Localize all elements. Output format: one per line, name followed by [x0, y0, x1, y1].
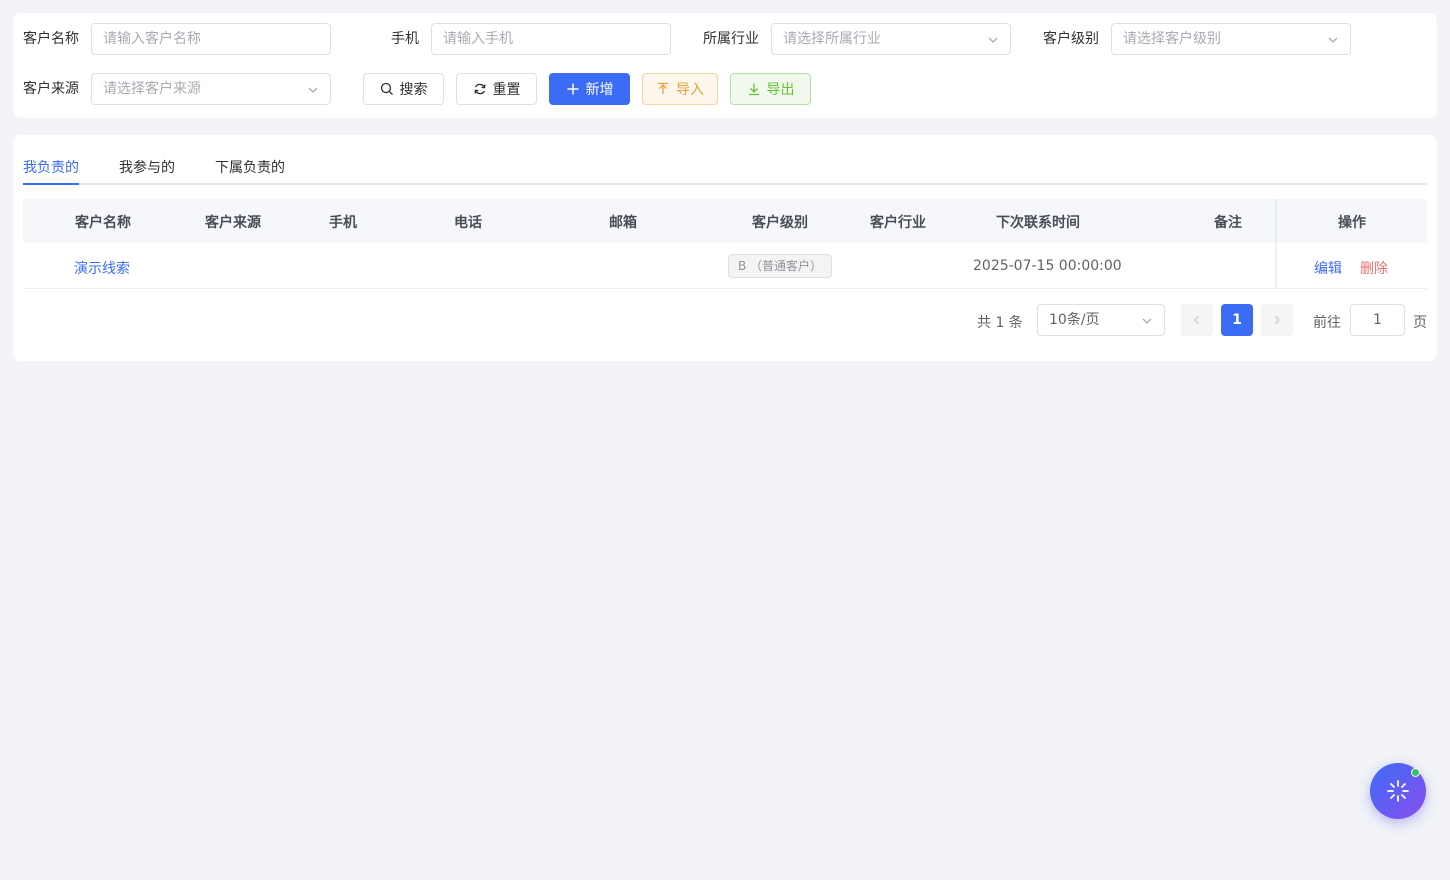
tab-participating[interactable]: 我参与的: [119, 157, 175, 177]
chevron-down-icon: [1142, 318, 1152, 324]
tab-mine[interactable]: 我负责的: [23, 157, 79, 177]
plus-icon: [567, 83, 578, 95]
page-size-select[interactable]: 10条/页: [1037, 304, 1165, 336]
add-button[interactable]: 新增: [549, 73, 630, 105]
table-card: 我负责的 我参与的 下属负责的 客户名称 客户来源 手机 电话 邮箱 客户级别 …: [13, 135, 1437, 361]
delete-link[interactable]: 删除: [1360, 258, 1388, 278]
export-button-label: 导出: [766, 82, 795, 98]
assistant-fab-button[interactable]: [1370, 763, 1426, 819]
source-label: 客户来源: [23, 81, 79, 97]
reset-button[interactable]: 重置: [456, 73, 537, 105]
tabs: 我负责的 我参与的 下属负责的: [23, 155, 1427, 185]
search-form-card: 客户名称 手机 所属行业 请选择所属行业 客户级别 请选择客户级别 客户来源 请…: [13, 13, 1437, 118]
reset-button-label: 重置: [492, 82, 521, 98]
import-button-label: 导入: [676, 82, 704, 98]
column-header-industry: 客户行业: [870, 215, 926, 231]
page-suffix: 页: [1413, 315, 1427, 331]
customer-name-link[interactable]: 演示线索: [74, 258, 130, 278]
level-label: 客户级别: [1043, 31, 1099, 47]
customer-level-tag: B （普通客户）: [728, 254, 833, 278]
chevron-down-icon: [1328, 37, 1338, 43]
online-status-dot: [1411, 768, 1420, 777]
prev-page-button[interactable]: [1181, 304, 1213, 336]
chevron-down-icon: [308, 87, 318, 93]
next-contact-time: 2025-07-15 00:00:00: [973, 258, 1122, 274]
table-header: 客户名称 客户来源 手机 电话 邮箱 客户级别 客户行业 下次联系时间 备注 操…: [23, 199, 1427, 243]
chevron-right-icon: [1275, 316, 1280, 324]
refresh-icon: [474, 83, 485, 95]
export-button[interactable]: 导出: [730, 73, 811, 105]
source-select[interactable]: 请选择客户来源: [91, 73, 331, 105]
column-header-level: 客户级别: [752, 215, 808, 231]
pagination-total: 共 1 条: [977, 315, 1023, 331]
tab-subordinates[interactable]: 下属负责的: [215, 157, 285, 177]
level-placeholder: 请选择客户级别: [1123, 31, 1221, 47]
column-header-next-contact: 下次联系时间: [996, 215, 1080, 231]
mobile-input[interactable]: [431, 23, 671, 55]
customer-name-input[interactable]: [91, 23, 331, 55]
fixed-column-divider: [1275, 199, 1278, 288]
search-button[interactable]: 搜索: [363, 73, 444, 105]
column-header-remark: 备注: [1214, 215, 1242, 231]
column-header-phone: 电话: [454, 215, 482, 231]
column-header-source: 客户来源: [205, 215, 261, 231]
chevron-left-icon: [1194, 316, 1199, 324]
sparkle-icon: [1387, 780, 1409, 802]
goto-page-input[interactable]: [1350, 304, 1405, 336]
industry-label: 所属行业: [703, 31, 759, 47]
column-header-customer-name: 客户名称: [75, 215, 131, 231]
goto-label: 前往: [1313, 315, 1341, 331]
column-header-actions: 操作: [1338, 215, 1366, 231]
level-select[interactable]: 请选择客户级别: [1111, 23, 1351, 55]
search-icon: [380, 82, 393, 95]
industry-select[interactable]: 请选择所属行业: [771, 23, 1011, 55]
import-button[interactable]: 导入: [642, 73, 718, 105]
mobile-label: 手机: [391, 31, 419, 47]
chevron-down-icon: [988, 37, 998, 43]
add-button-label: 新增: [585, 82, 614, 98]
active-tab-indicator: [23, 183, 79, 185]
table-row: 演示线索 B （普通客户） 2025-07-15 00:00:00 编辑 删除: [23, 243, 1427, 289]
customer-name-label: 客户名称: [23, 31, 79, 47]
column-header-email: 邮箱: [609, 215, 637, 231]
page-size-value: 10条/页: [1049, 312, 1100, 328]
column-header-mobile: 手机: [329, 215, 357, 231]
edit-link[interactable]: 编辑: [1314, 258, 1342, 278]
download-icon: [748, 83, 759, 96]
industry-placeholder: 请选择所属行业: [783, 31, 881, 47]
source-placeholder: 请选择客户来源: [103, 81, 201, 97]
next-page-button[interactable]: [1261, 304, 1293, 336]
search-button-label: 搜索: [399, 82, 428, 98]
page-number-current[interactable]: 1: [1221, 304, 1253, 336]
upload-icon: [658, 82, 668, 94]
